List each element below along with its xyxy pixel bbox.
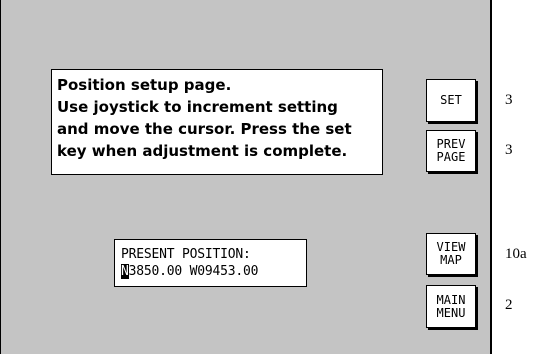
main-menu-label-2: MENU: [436, 305, 466, 320]
present-position-label: PRESENT POSITION:: [121, 247, 251, 262]
prev-page-label-2: PAGE: [436, 150, 466, 164]
message-line-4: key when adjustment is complete.: [57, 142, 348, 160]
view-map-label-2: MAP: [440, 253, 462, 267]
main-menu-callout: 2: [505, 297, 513, 313]
view-map-button[interactable]: VIEW MAP: [426, 233, 476, 275]
message-line-2: Use joystick to increment setting: [57, 98, 338, 116]
present-position-value[interactable]: N3850.00 W09453.00: [121, 263, 306, 280]
prev-page-button[interactable]: PREV PAGE: [426, 130, 476, 172]
position-value-text: 3850.00 W09453.00: [128, 264, 259, 279]
display-screen: Position setup page. Use joystick to inc…: [0, 0, 492, 354]
set-button-label: SET: [440, 93, 462, 107]
set-callout: 3: [505, 92, 513, 108]
set-button[interactable]: SET: [426, 79, 476, 122]
instruction-message-box: Position setup page. Use joystick to inc…: [51, 69, 383, 175]
main-menu-button[interactable]: MAIN MENU: [426, 285, 476, 328]
view-map-callout: 10a: [505, 246, 527, 262]
edit-cursor[interactable]: N: [121, 264, 129, 279]
message-line-1: Position setup page.: [57, 76, 232, 94]
message-line-3: and move the cursor. Press the set: [57, 120, 352, 138]
present-position-box: PRESENT POSITION: N3850.00 W09453.00: [114, 239, 307, 287]
prev-page-callout: 3: [505, 142, 513, 158]
main-menu-label-1: MAIN: [436, 292, 466, 307]
